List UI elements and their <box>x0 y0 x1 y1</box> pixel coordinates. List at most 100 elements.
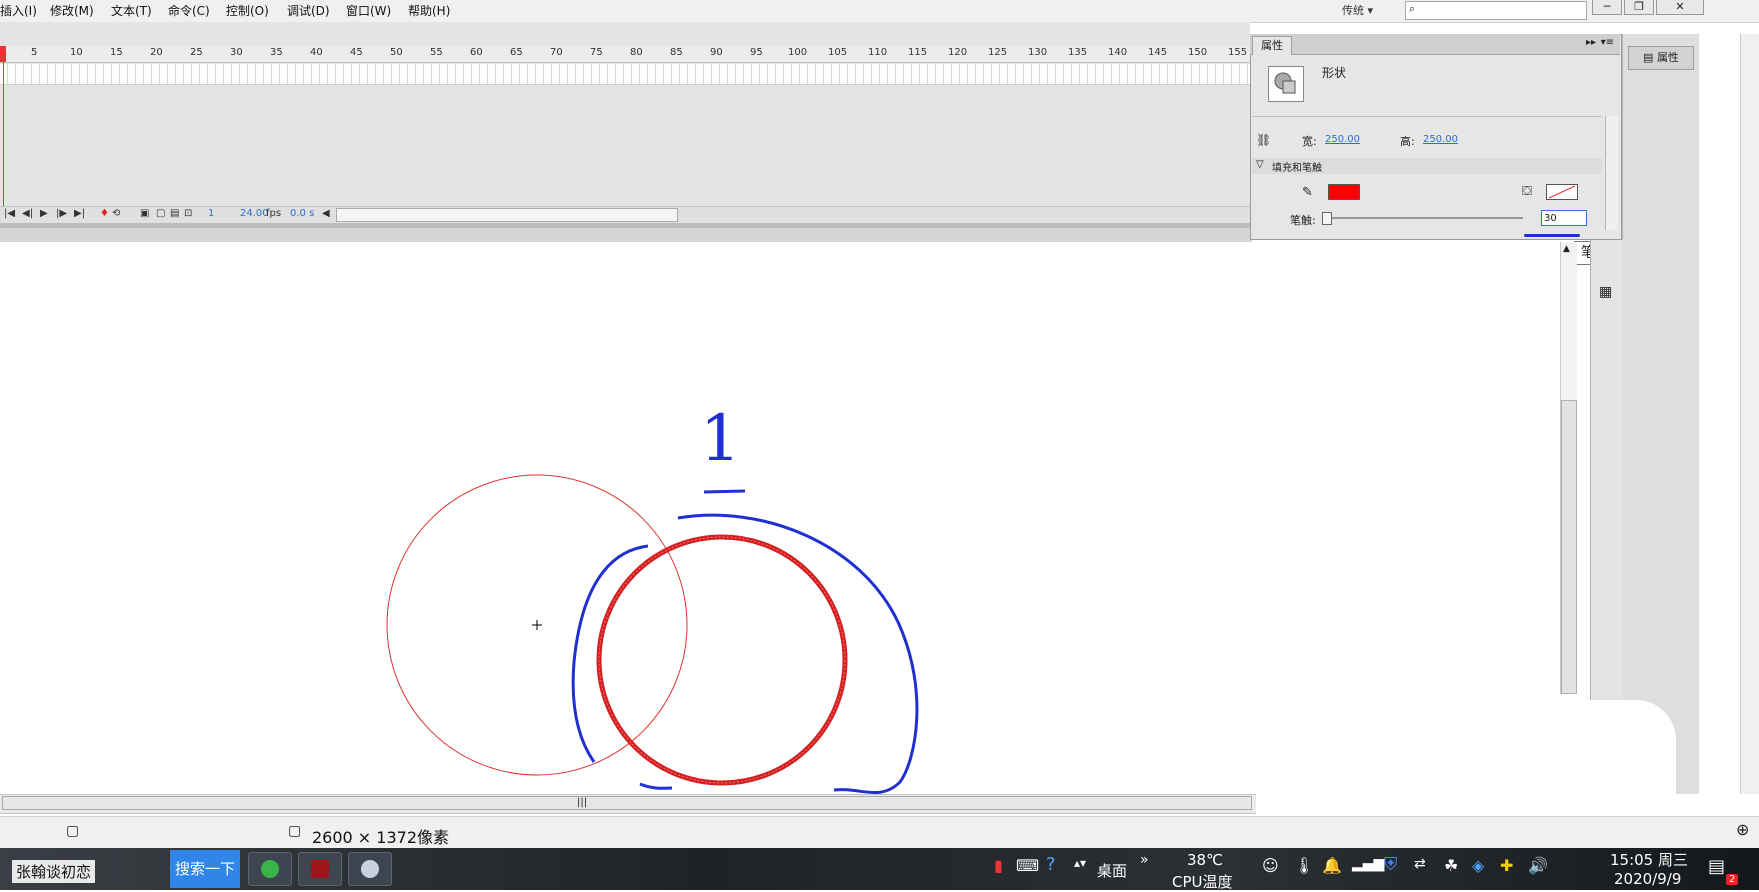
ruler-tick: 125 <box>988 47 1008 58</box>
prev-frame-icon[interactable]: ◀| <box>22 208 33 219</box>
ruler-tick: 20 <box>150 47 163 58</box>
onion-skin-icon[interactable]: ▣ <box>140 208 149 219</box>
app-tray-icon[interactable]: ◈ <box>1472 856 1484 875</box>
annotation-number-1: 1 <box>700 402 741 476</box>
timeline-scrollbar[interactable] <box>336 208 678 222</box>
menu-window[interactable]: 窗口(W) <box>346 2 391 19</box>
last-frame-icon[interactable]: ▶| <box>74 208 85 219</box>
ruler-tick: 70 <box>550 47 563 58</box>
edit-multiple-icon[interactable]: ▤ <box>170 208 179 219</box>
page-icon: ▢ <box>66 823 80 839</box>
search-button[interactable]: 搜索一下 <box>170 850 240 888</box>
loop-icon[interactable]: ⟲ <box>112 208 120 219</box>
play-icon[interactable]: ▶ <box>40 208 48 219</box>
object-type-label: 形状 <box>1322 66 1347 80</box>
playhead-line <box>3 62 4 208</box>
first-frame-icon[interactable]: |◀ <box>4 208 15 219</box>
panel-menu-icon[interactable]: ▾≡ <box>1601 37 1614 48</box>
fill-stroke-section[interactable]: ▽ 填充和笔触 <box>1252 158 1602 174</box>
onion-markers-icon[interactable]: ⊡ <box>184 208 192 219</box>
users-icon[interactable]: ☘ <box>1444 856 1458 875</box>
minimize-button[interactable]: ─ <box>1592 0 1622 15</box>
flash-taskbar-icon[interactable] <box>298 852 342 886</box>
stroke-slider-track[interactable] <box>1326 217 1523 219</box>
action-center-icon[interactable]: ▤ <box>1708 856 1725 877</box>
menu-help[interactable]: 帮助(H) <box>408 2 450 19</box>
edit-bar <box>0 228 1252 242</box>
keyboard-tray-icon[interactable]: ⌨ <box>1016 856 1039 875</box>
expand-arrow-icon: ▽ <box>1256 159 1264 170</box>
dock-properties-button[interactable]: ▤ 属性 <box>1628 46 1694 70</box>
height-value[interactable]: 250.00 <box>1423 134 1458 145</box>
search-icon: ⌕ <box>1409 2 1416 15</box>
close-button[interactable]: ✕ <box>1656 0 1704 15</box>
collapse-icon[interactable]: ▸▸ <box>1586 37 1596 48</box>
clock-time[interactable]: 15:05 周三 <box>1610 849 1688 870</box>
pdf-tray-icon[interactable]: ▮ <box>994 856 1003 875</box>
stroke-height-input[interactable]: 30 <box>1541 210 1587 226</box>
scroll-left-icon[interactable]: ◀ <box>322 208 330 219</box>
thermometer-icon[interactable]: 🌡 <box>1294 856 1314 875</box>
layer-frames[interactable] <box>0 64 1250 85</box>
desktop-label[interactable]: 桌面 <box>1097 860 1127 881</box>
playhead[interactable] <box>0 46 6 62</box>
annotation-underline-input <box>1524 234 1580 237</box>
next-frame-icon[interactable]: |▶ <box>56 208 67 219</box>
ruler-tick: 55 <box>430 47 443 58</box>
frame-rate[interactable]: 24.00 <box>240 208 269 219</box>
image-size-icon: ▢ <box>288 823 302 839</box>
ruler-tick: 35 <box>270 47 283 58</box>
library-icon[interactable]: ▦ <box>1599 284 1612 300</box>
menu-modify[interactable]: 修改(M) <box>50 2 94 19</box>
plus-tray-icon[interactable]: ✚ <box>1500 856 1513 875</box>
stage-vertical-thumb[interactable] <box>1561 400 1577 694</box>
scroll-up-icon[interactable]: ▲ <box>1563 244 1570 254</box>
tab-properties[interactable]: 属性 <box>1252 36 1292 55</box>
stroke-color-swatch[interactable] <box>1328 184 1360 200</box>
menu-control[interactable]: 控制(O) <box>226 2 269 19</box>
workspace-switcher[interactable]: 传统 ▾ <box>1342 2 1373 18</box>
properties-icon: ▤ <box>1643 51 1657 64</box>
tray-arrows-icon[interactable]: ▴▾ <box>1074 856 1086 870</box>
ruler-tick: 95 <box>750 47 763 58</box>
menu-text[interactable]: 文本(T) <box>111 2 152 19</box>
zoom-in-icon[interactable]: ⊕ <box>1736 820 1749 839</box>
thick-stroke-circle[interactable] <box>596 534 848 786</box>
onion-outline-icon[interactable]: ▢ <box>156 208 165 219</box>
bell-icon[interactable]: 🔔 <box>1322 856 1342 875</box>
menu-commands[interactable]: 命令(C) <box>168 2 210 19</box>
browser-taskbar-icon[interactable] <box>248 852 292 886</box>
menu-debug[interactable]: 调试(D) <box>287 2 330 19</box>
stage-horizontal-thumb[interactable]: ||| <box>2 796 1252 810</box>
ruler-tick: 30 <box>230 47 243 58</box>
center-frame-icon[interactable]: ♦ <box>100 208 109 219</box>
ruler-tick: 80 <box>630 47 643 58</box>
stroke-slider-thumb[interactable] <box>1322 212 1332 225</box>
paint-taskbar-icon[interactable] <box>348 852 392 886</box>
current-frame[interactable]: 1 <box>208 208 214 219</box>
ruler-tick: 110 <box>868 47 888 58</box>
help-tray-icon[interactable]: ? <box>1046 854 1056 875</box>
signal-icon[interactable]: ▂▄▆ <box>1352 856 1384 872</box>
network-icon[interactable]: ⇄ <box>1414 856 1426 872</box>
volume-icon[interactable]: 🔊 <box>1528 856 1548 875</box>
chevron-icon[interactable]: » <box>1140 852 1149 868</box>
restore-button[interactable]: ❐ <box>1624 0 1654 15</box>
clock-date[interactable]: 2020/9/9 <box>1614 870 1681 888</box>
fill-color-swatch[interactable] <box>1546 184 1578 200</box>
news-ticker-text[interactable]: 张翰谈初恋 <box>12 860 96 883</box>
help-search-input[interactable]: ⌕ <box>1405 1 1587 20</box>
outer-scrollbar[interactable] <box>1740 34 1759 794</box>
frame-ruler[interactable]: 1 5 10 15 20 25 30 35 40 45 50 55 60 65 … <box>0 46 1250 63</box>
dock-properties-label: 属性 <box>1656 51 1679 64</box>
properties-scrollbar[interactable] <box>1605 116 1618 230</box>
annotation-dash <box>639 782 673 790</box>
temperature: 38℃ <box>1187 851 1223 869</box>
width-value[interactable]: 250.00 <box>1325 134 1360 145</box>
paint-bucket-icon: ⛋ <box>1522 184 1532 199</box>
avatar-tray-icon[interactable]: ☺ <box>1262 856 1279 875</box>
menu-insert[interactable]: 插入(I) <box>0 2 37 19</box>
width-label: 宽: <box>1302 135 1317 148</box>
lock-proportions-icon[interactable]: ⛓ <box>1256 133 1271 147</box>
shield-icon[interactable]: ⛨ <box>1384 854 1398 875</box>
